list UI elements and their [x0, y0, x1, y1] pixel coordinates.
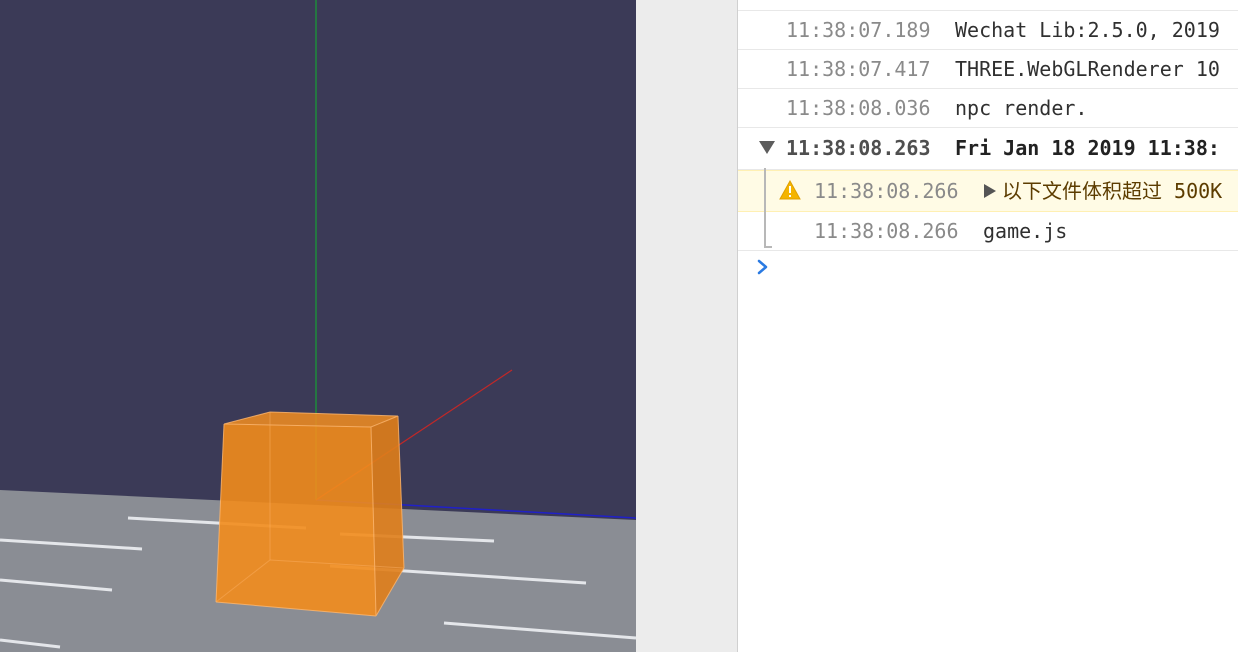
console-entry[interactable]: 11:38:08.036 npc render. — [738, 89, 1238, 128]
console-top-spacer — [738, 0, 1238, 10]
console-group-header[interactable]: 11:38:08.263 Fri Jan 18 2019 11:38: — [738, 128, 1238, 170]
console-timestamp: 11:38:08.036 — [786, 96, 931, 120]
console-timestamp: 11:38:08.263 — [786, 136, 931, 160]
scene-viewport[interactable] — [0, 0, 636, 652]
chevron-right-icon[interactable] — [756, 258, 770, 276]
collapse-caret-icon[interactable] — [759, 141, 775, 154]
warning-icon — [779, 180, 801, 200]
scene-canvas[interactable] — [0, 0, 636, 652]
console-message: THREE.WebGLRenderer 10 — [955, 57, 1220, 81]
console-entry[interactable]: 11:38:07.417 THREE.WebGLRenderer 10 — [738, 50, 1238, 89]
console-warning-message: 以下文件体积超过 500K — [1002, 179, 1223, 203]
console-entry[interactable]: 11:38:08.266 game.js — [738, 212, 1238, 251]
console-message: game.js — [983, 219, 1068, 243]
console-timestamp: 11:38:08.266 — [814, 179, 959, 203]
console-message: Wechat Lib:2.5.0, 2019 — [955, 18, 1220, 42]
console-warning-entry[interactable]: 11:38:08.266 以下文件体积超过 500K — [738, 170, 1238, 212]
console-timestamp: 11:38:08.266 — [814, 219, 959, 243]
console-panel[interactable]: 11:38:07.189 Wechat Lib:2.5.0, 2019 11:3… — [738, 0, 1238, 652]
expand-arrow-icon[interactable] — [984, 184, 996, 198]
console-timestamp: 11:38:07.417 — [786, 57, 931, 81]
console-timestamp: 11:38:07.189 — [786, 18, 931, 42]
panel-gutter — [636, 0, 737, 652]
cube-front-face — [216, 424, 376, 616]
group-indent-line — [764, 168, 772, 248]
console-message: npc render. — [955, 96, 1088, 120]
orange-cube[interactable] — [215, 411, 405, 617]
console-entry[interactable]: 11:38:07.189 Wechat Lib:2.5.0, 2019 — [738, 10, 1238, 50]
console-group-title: Fri Jan 18 2019 11:38: — [955, 136, 1220, 160]
